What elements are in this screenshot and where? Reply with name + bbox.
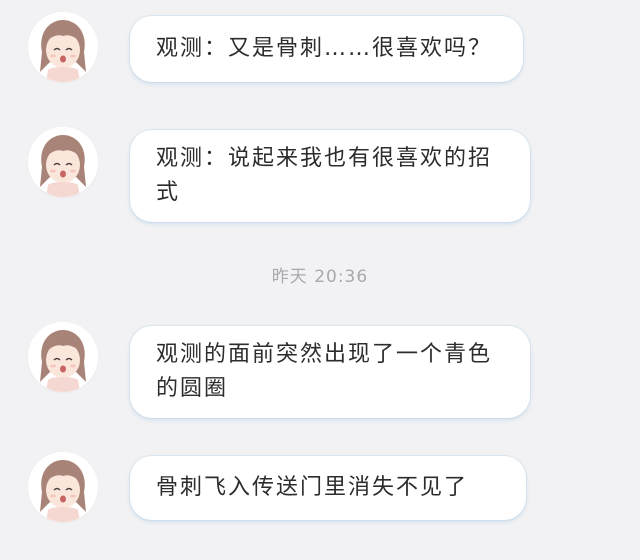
message-text: 骨刺飞入传送门里消失不见了 bbox=[156, 475, 469, 500]
avatar[interactable] bbox=[28, 452, 98, 522]
timestamp: 昨天 20:36 bbox=[271, 267, 369, 287]
message-text: 观测：又是骨刺……很喜欢吗？ bbox=[156, 36, 493, 61]
girl-avatar-icon bbox=[28, 12, 98, 82]
avatar[interactable] bbox=[28, 12, 98, 82]
message-bubble[interactable]: 观测：说起来我也有很喜欢的招式 bbox=[130, 130, 530, 222]
message-bubble[interactable]: 观测的面前突然出现了一个青色的圆圈 bbox=[130, 326, 530, 418]
girl-avatar-icon bbox=[28, 452, 98, 522]
girl-avatar-icon bbox=[28, 322, 98, 392]
avatar[interactable] bbox=[28, 127, 98, 197]
girl-avatar-icon bbox=[28, 127, 98, 197]
message-bubble[interactable]: 骨刺飞入传送门里消失不见了 bbox=[130, 456, 526, 520]
message-text: 观测的面前突然出现了一个青色的圆圈 bbox=[156, 342, 493, 401]
message-text: 观测：说起来我也有很喜欢的招式 bbox=[156, 146, 493, 205]
avatar[interactable] bbox=[28, 322, 98, 392]
message-bubble[interactable]: 观测：又是骨刺……很喜欢吗？ bbox=[130, 16, 523, 82]
